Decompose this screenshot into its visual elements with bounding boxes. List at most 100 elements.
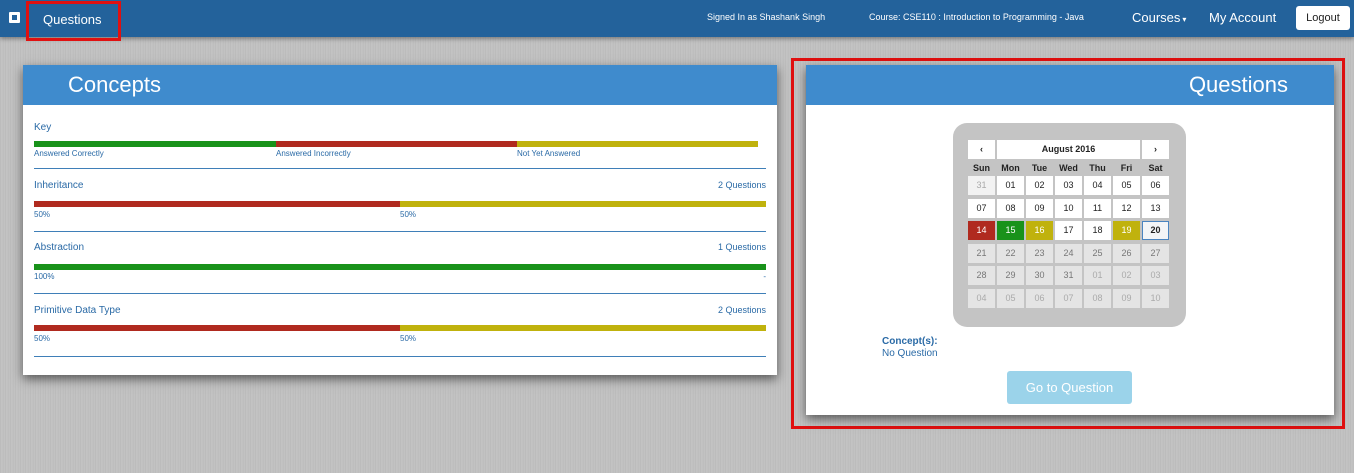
not-yet-segment — [400, 325, 766, 331]
key-bar — [34, 141, 758, 147]
selected-concepts-value: No Question — [882, 348, 938, 359]
calendar-day[interactable]: 01 — [997, 176, 1024, 195]
weekday-header: Mon — [1001, 163, 1020, 173]
calendar-day[interactable]: 09 — [1026, 199, 1053, 218]
calendar: ‹ August 2016 › Sun Mon Tue Wed Thu Fri Sat 31… — [953, 123, 1186, 327]
logout-button[interactable]: Logout — [1296, 6, 1350, 30]
weekday-header: Sun — [973, 163, 990, 173]
calendar-day[interactable]: 03 — [1055, 176, 1082, 195]
concept-progress-bar — [34, 325, 766, 331]
calendar-day[interactable]: 21 — [968, 244, 995, 263]
top-navbar: Questions Signed In as Shashank Singh Co… — [0, 0, 1354, 41]
key-not-yet-segment — [517, 141, 758, 147]
calendar-day[interactable]: 10 — [1055, 199, 1082, 218]
calendar-day[interactable]: 31 — [968, 176, 995, 195]
courses-dropdown[interactable]: Courses ▾ — [1132, 10, 1186, 25]
correct-segment — [34, 264, 766, 270]
concept-row-primitive-data-type[interactable]: Primitive Data Type 2 Questions 50% 50% — [34, 304, 766, 357]
calendar-day[interactable]: 28 — [968, 266, 995, 285]
concept-name: Primitive Data Type — [34, 305, 121, 316]
calendar-day[interactable]: 02 — [1026, 176, 1053, 195]
calendar-month-title[interactable]: August 2016 — [997, 140, 1140, 159]
concept-progress-bar — [34, 264, 766, 270]
key-correct-label: Answered Correctly — [34, 149, 104, 158]
concept-row-abstraction[interactable]: Abstraction 1 Questions 100% - — [34, 241, 766, 294]
key-incorrect-segment — [276, 141, 517, 147]
calendar-day[interactable]: 07 — [968, 199, 995, 218]
chevron-left-icon[interactable]: ‹ — [968, 140, 995, 159]
incorrect-segment — [34, 325, 400, 331]
calendar-day[interactable]: 12 — [1113, 199, 1140, 218]
calendar-day[interactable]: 19 — [1113, 221, 1140, 240]
calendar-day[interactable]: 04 — [968, 289, 995, 308]
correct-pct: 100% — [34, 272, 55, 281]
calendar-day[interactable]: 23 — [1026, 244, 1053, 263]
concept-count: 2 Questions — [717, 305, 766, 315]
calendar-day[interactable]: 14 — [968, 221, 995, 240]
key-title: Key — [34, 122, 52, 133]
end-pct: - — [763, 272, 766, 281]
weekday-header: Fri — [1120, 163, 1133, 173]
calendar-day[interactable]: 24 — [1055, 244, 1082, 263]
calendar-day[interactable]: 01 — [1084, 266, 1111, 285]
concept-row-inheritance[interactable]: Inheritance 2 Questions 50% 50% — [34, 179, 766, 232]
calendar-day[interactable]: 09 — [1113, 289, 1140, 308]
calendar-day[interactable]: 02 — [1113, 266, 1140, 285]
calendar-day[interactable]: 08 — [1084, 289, 1111, 308]
calendar-day[interactable]: 06 — [1142, 176, 1169, 195]
calendar-day[interactable]: 27 — [1142, 244, 1169, 263]
questions-title: Questions — [806, 65, 1334, 105]
key-correct-segment — [34, 141, 276, 147]
calendar-day[interactable]: 16 — [1026, 221, 1053, 240]
calendar-day[interactable]: 20 — [1142, 221, 1169, 240]
course-text: Course: CSE110 : Introduction to Program… — [869, 12, 1084, 22]
concepts-title: Concepts — [23, 65, 777, 105]
concept-count: 2 Questions — [717, 180, 766, 190]
courses-label: Courses — [1132, 10, 1181, 25]
go-to-question-button[interactable]: Go to Question — [1007, 371, 1132, 404]
calendar-day[interactable]: 11 — [1084, 199, 1111, 218]
calendar-day[interactable]: 17 — [1055, 221, 1082, 240]
nav-questions-link[interactable]: Questions — [26, 1, 121, 41]
calendar-day[interactable]: 25 — [1084, 244, 1111, 263]
weekday-header: Wed — [1059, 163, 1078, 173]
calendar-day[interactable]: 22 — [997, 244, 1024, 263]
not-yet-pct: 50% — [400, 210, 417, 219]
incorrect-pct: 50% — [34, 210, 51, 219]
calendar-day[interactable]: 06 — [1026, 289, 1053, 308]
weekday-header: Tue — [1031, 163, 1048, 173]
calendar-day[interactable]: 05 — [997, 289, 1024, 308]
key-not-yet-label: Not Yet Answered — [517, 149, 581, 158]
signed-in-text: Signed In as Shashank Singh — [707, 12, 826, 22]
concept-count: 1 Questions — [717, 242, 766, 252]
key-incorrect-label: Answered Incorrectly — [276, 149, 351, 158]
calendar-day[interactable]: 04 — [1084, 176, 1111, 195]
concepts-panel: Concepts Key Answered Correctly Answered… — [23, 65, 777, 375]
calendar-day[interactable]: 03 — [1142, 266, 1169, 285]
not-yet-segment — [400, 201, 766, 207]
calendar-day[interactable]: 13 — [1142, 199, 1169, 218]
calendar-day[interactable]: 15 — [997, 221, 1024, 240]
calendar-day[interactable]: 26 — [1113, 244, 1140, 263]
app-logo-icon[interactable] — [9, 12, 20, 23]
calendar-day[interactable]: 07 — [1055, 289, 1082, 308]
chevron-down-icon: ▾ — [1182, 15, 1187, 24]
concept-name: Inheritance — [34, 180, 84, 191]
calendar-day[interactable]: 08 — [997, 199, 1024, 218]
calendar-day[interactable]: 10 — [1142, 289, 1169, 308]
calendar-day[interactable]: 30 — [1026, 266, 1053, 285]
weekday-header: Thu — [1089, 163, 1106, 173]
concept-name: Abstraction — [34, 242, 85, 253]
incorrect-pct: 50% — [34, 334, 51, 343]
weekday-header: Sat — [1148, 163, 1163, 173]
key-section: Key Answered Correctly Answered Incorrec… — [34, 121, 766, 169]
not-yet-pct: 50% — [400, 334, 417, 343]
calendar-day[interactable]: 31 — [1055, 266, 1082, 285]
calendar-day[interactable]: 29 — [997, 266, 1024, 285]
concept-progress-bar — [34, 201, 766, 207]
selected-concepts-label: Concept(s): — [882, 336, 938, 347]
my-account-link[interactable]: My Account — [1209, 10, 1276, 25]
chevron-right-icon[interactable]: › — [1142, 140, 1169, 159]
calendar-day[interactable]: 05 — [1113, 176, 1140, 195]
calendar-day[interactable]: 18 — [1084, 221, 1111, 240]
